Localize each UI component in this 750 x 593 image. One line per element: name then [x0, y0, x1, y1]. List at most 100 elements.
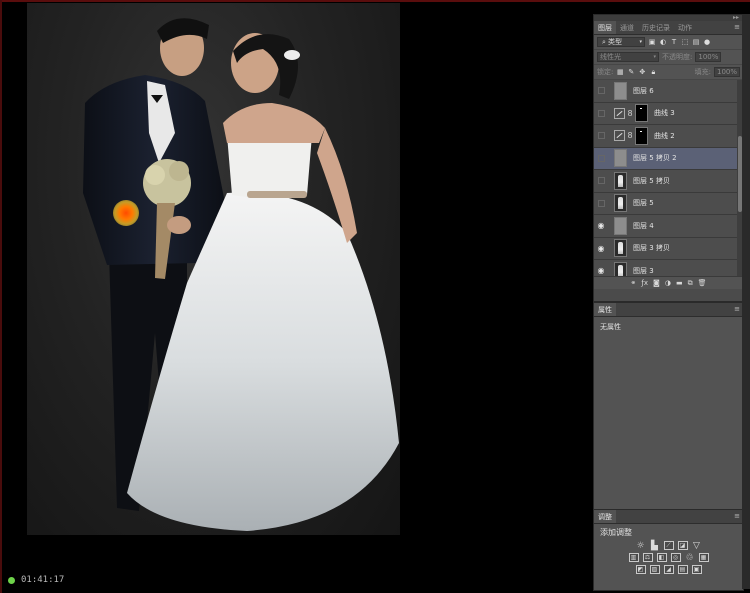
filter-row: ⌕ 类型 ▾ ▣ ◐ T ⬚ ▤ ● [594, 35, 743, 50]
add-mask-icon[interactable]: ◙ [653, 279, 660, 287]
chevron-down-icon: ▾ [653, 54, 656, 60]
channel-mixer-icon[interactable]: ♲ [685, 553, 695, 563]
eye-icon[interactable]: ◉ [594, 221, 608, 230]
lock-image-icon[interactable]: ✎ [627, 68, 635, 76]
fill-input[interactable]: 100% [714, 67, 740, 77]
filter-pixel-icon[interactable]: ▣ [648, 38, 656, 46]
window-top-edge [0, 0, 750, 2]
visibility-toggle[interactable] [594, 177, 608, 185]
threshold-icon[interactable]: ◢ [663, 565, 674, 574]
color-lookup-icon[interactable]: ▦ [698, 553, 709, 562]
properties-panel: 属性 ≡ 无属性 [593, 302, 744, 510]
blend-mode-select[interactable]: 线性光 ▾ [597, 52, 659, 62]
properties-body: 无属性 [600, 323, 621, 331]
brightness-icon[interactable]: ☼ [636, 541, 646, 551]
curves-adjustment-icon [614, 130, 625, 142]
collapse-icon[interactable]: ▸▸ [733, 14, 739, 21]
layer-name: 图层 4 [633, 221, 654, 230]
tab-layers[interactable]: 图层 [594, 21, 616, 34]
eye-icon[interactable]: ◉ [594, 244, 608, 253]
layer-name: 图层 6 [633, 86, 654, 95]
layer-row-curves-2[interactable]: 8 曲线 2 [594, 125, 743, 148]
layer-thumbnail [614, 149, 627, 168]
layer-mask-thumbnail[interactable] [635, 104, 648, 123]
hue-saturation-icon[interactable]: ▥ [628, 553, 639, 562]
layer-name: 图层 5 拷贝 [633, 176, 670, 185]
layer-row-layer-5-copy-2[interactable]: 图层 5 拷贝 2 [594, 147, 743, 170]
layer-mask-thumbnail[interactable] [635, 126, 648, 145]
layer-row-layer-5[interactable]: 图层 5 [594, 193, 743, 215]
layer-row-layer-3-copy[interactable]: ◉ 图层 3 拷贝 [594, 238, 743, 260]
lock-position-icon[interactable]: ✥ [638, 68, 646, 76]
visibility-toggle[interactable] [594, 87, 608, 95]
tab-history[interactable]: 历史记录 [638, 21, 674, 34]
filter-smart-object-icon[interactable]: ▤ [692, 38, 700, 46]
status-dot-icon [8, 576, 15, 584]
eye-icon[interactable]: ◉ [594, 266, 608, 275]
layer-name: 曲线 2 [654, 131, 675, 140]
visibility-toggle[interactable] [594, 132, 608, 140]
status-timer: 01:41:17 [8, 575, 64, 585]
canvas-photo[interactable] [27, 3, 400, 535]
tab-properties[interactable]: 属性 [594, 303, 616, 316]
filter-type-icon[interactable]: T [670, 38, 678, 46]
layers-footer-toolbar: ⚭ ƒx ◙ ◑ ▬ ⧉ 🗑︎ [594, 276, 743, 289]
filter-kind-select[interactable]: ⌕ 类型 ▾ [597, 37, 645, 47]
invert-icon[interactable]: ◩ [635, 565, 646, 574]
new-layer-icon[interactable]: ⧉ [688, 279, 693, 288]
layers-tabbar: 图层 通道 历史记录 动作 ≡ [594, 21, 743, 35]
window-left-edge [0, 0, 2, 593]
lock-all-icon[interactable]: 🔒︎ [649, 68, 657, 76]
opacity-value: 100% [698, 53, 719, 61]
link-layers-icon[interactable]: ⚭ [631, 279, 637, 287]
levels-icon[interactable]: ▙ [650, 541, 660, 551]
adjustments-tabbar: 调整 ≡ [594, 510, 743, 524]
layer-thumbnail [614, 216, 627, 235]
layer-row-layer-5-copy[interactable]: 图层 5 拷贝 [594, 170, 743, 193]
tab-channels[interactable]: 通道 [616, 21, 638, 34]
lock-label: 锁定: [597, 68, 614, 76]
black-white-icon[interactable]: ◧ [656, 553, 667, 562]
selective-color-icon[interactable]: ▣ [691, 565, 702, 574]
posterize-icon[interactable]: ▨ [649, 565, 660, 574]
visibility-toggle[interactable] [594, 199, 608, 207]
filter-adjustment-icon[interactable]: ◐ [659, 38, 667, 46]
curves-adjustment-icon [614, 107, 625, 119]
properties-tabbar: 属性 ≡ [594, 303, 743, 317]
filter-toggle-icon[interactable]: ● [703, 38, 711, 46]
trash-icon[interactable]: 🗑︎ [698, 279, 707, 287]
vibrance-icon[interactable]: ▽ [692, 541, 702, 551]
layers-panel: ▸▸ 图层 通道 历史记录 动作 ≡ ⌕ 类型 ▾ ▣ ◐ T ⬚ ▤ ● 线性… [593, 14, 744, 302]
exposure-icon[interactable]: ◪ [677, 541, 688, 550]
visibility-toggle[interactable] [594, 154, 608, 162]
layer-list[interactable]: 图层 6 8 曲线 3 8 曲线 2 图层 5 拷贝 2 图层 5 拷贝 图层 … [594, 80, 743, 276]
layer-name: 图层 3 [633, 266, 654, 275]
link-chain-icon: 8 [627, 131, 633, 141]
fill-value: 100% [717, 68, 738, 76]
visibility-toggle[interactable] [594, 109, 608, 117]
layer-row-layer-3[interactable]: ◉ 图层 3 [594, 260, 743, 276]
layer-thumbnail [614, 171, 627, 190]
curves-icon[interactable]: ⟋ [663, 541, 674, 550]
new-group-icon[interactable]: ▬ [676, 279, 683, 287]
gradient-map-icon[interactable]: ▤ [677, 565, 688, 574]
timer-text: 01:41:17 [21, 575, 65, 585]
filter-shape-icon[interactable]: ⬚ [681, 38, 689, 46]
add-adjustment-title: 添加调整 [600, 528, 632, 537]
tab-adjustments[interactable]: 调整 [594, 510, 616, 523]
tab-actions[interactable]: 动作 [674, 21, 696, 34]
layer-thumbnail [614, 239, 627, 258]
photo-filter-icon[interactable]: ◎ [670, 553, 681, 562]
opacity-input[interactable]: 100% [695, 52, 722, 62]
link-chain-icon: 8 [627, 108, 633, 118]
panel-grip[interactable]: ▸▸ [594, 14, 743, 21]
layer-row-curves-3[interactable]: 8 曲线 3 [594, 103, 743, 125]
layer-row-layer-4[interactable]: ◉ 图层 4 [594, 215, 743, 238]
color-balance-icon[interactable]: ⚖ [642, 553, 653, 562]
layer-style-fx-icon[interactable]: ƒx [641, 279, 648, 287]
layer-thumbnail [614, 194, 627, 213]
fill-label: 填充: [694, 68, 711, 76]
new-adjustment-icon[interactable]: ◑ [665, 279, 671, 287]
lock-transparent-icon[interactable]: ▦ [616, 68, 624, 76]
layer-row-layer-6[interactable]: 图层 6 [594, 80, 743, 103]
